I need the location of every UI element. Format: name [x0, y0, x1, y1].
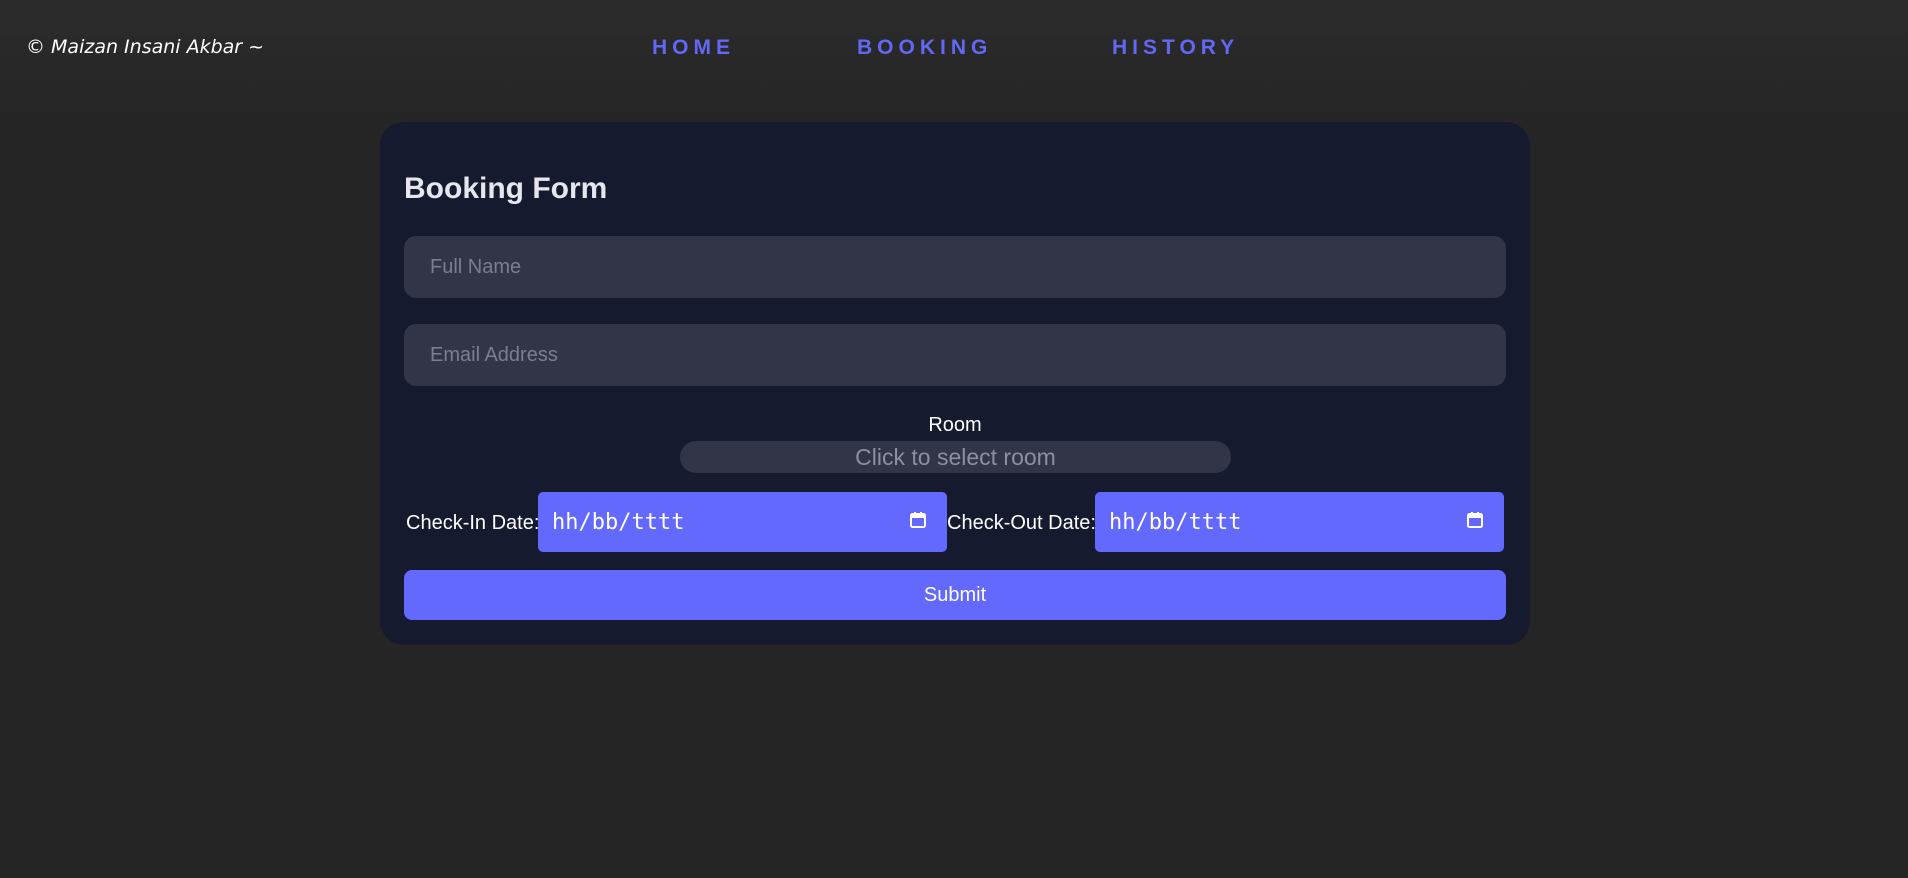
checkin-date-input[interactable]: hh/bb/tttt — [538, 492, 947, 552]
top-bar: © Maizan Insani Akbar ~ HOME BOOKING HIS… — [0, 0, 1908, 112]
copyright-text: © Maizan Insani Akbar ~ — [26, 36, 265, 58]
calendar-icon[interactable] — [1466, 511, 1484, 529]
room-select[interactable]: Click to select room — [680, 441, 1231, 473]
nav-home-link[interactable]: HOME — [652, 36, 735, 60]
checkin-label: Check-In Date: — [406, 512, 540, 534]
form-title: Booking Form — [404, 172, 608, 205]
calendar-icon[interactable] — [909, 511, 927, 529]
nav-history-link[interactable]: HISTORY — [1112, 36, 1239, 60]
email-input[interactable] — [404, 324, 1506, 386]
checkout-label: Check-Out Date: — [947, 512, 1096, 534]
full-name-input[interactable] — [404, 236, 1506, 298]
submit-button[interactable]: Submit — [404, 570, 1506, 620]
checkin-date-value: hh/bb/tttt — [552, 510, 685, 535]
room-label: Room — [928, 414, 982, 436]
nav-booking-link[interactable]: BOOKING — [857, 36, 992, 60]
booking-form-card: Booking Form Room Click to select room C… — [380, 122, 1530, 645]
checkout-date-value: hh/bb/tttt — [1109, 510, 1242, 535]
checkout-date-input[interactable]: hh/bb/tttt — [1095, 492, 1504, 552]
